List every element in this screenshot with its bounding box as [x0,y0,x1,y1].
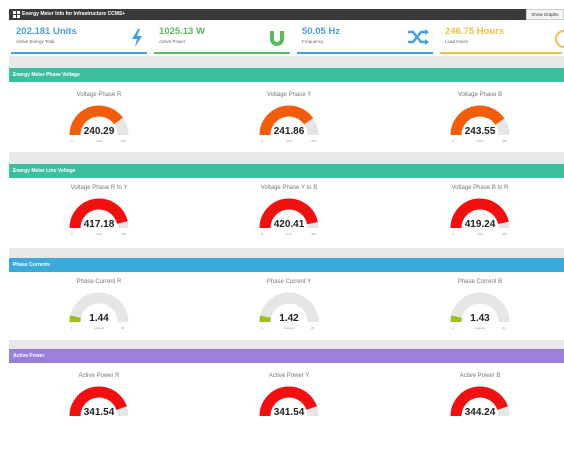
gauge-title: Phase Current Y [266,279,312,285]
section-header-phase-currents: Phase Currents [9,258,564,272]
stat-value: 246.75 Hours [445,26,505,37]
section-header-line-voltage: Energy Meter Line Voltage [9,164,564,178]
gauge-title: Active Power R [78,373,120,379]
stat-value: 50.05 Hz [302,26,341,37]
gauge-unit: Ampere [93,326,105,330]
stat-active-energy: 202.181 Units Active Energy Total [9,21,149,55]
gauge: Active Power R 341.54 [39,373,159,453]
stat-underline [11,52,147,54]
stat-active-power: 1025.13 W Active Power [152,21,292,55]
show-graphs-button[interactable]: Show Graphs [526,9,564,20]
stat-load-hours: 246.75 Hours Load Hours [438,21,564,55]
gauge-max: 450 [502,232,508,236]
gauge-unit: Volts [95,139,103,143]
gauge-max: 450 [121,232,127,236]
section-title: Energy Meter Phase Voltage [13,72,80,78]
magnet-icon [270,31,284,46]
lightning-icon [132,29,142,47]
section-panel: Voltage Phase R 240.29 Volts 0 300 Voltage P… [9,82,564,152]
gauge-unit: Volts [95,232,103,236]
section-title: Phase Currents [13,262,50,268]
gauge-value: 1.43 [470,313,490,324]
shuffle-icon [408,29,429,45]
gauge-max: 20 [121,326,125,330]
stat-value: 1025.13 W [159,26,205,37]
gauge-unit: Ampere [283,326,295,330]
stat-underline [154,52,290,54]
section-title: Energy Meter Line Voltage [13,168,76,174]
gauge-unit: Volts [476,232,484,236]
gauge-value: 341.54 [273,407,305,418]
stats-row: 202.181 Units Active Energy Total 1025.1… [9,21,564,55]
gauge-title: Voltage Phase B [457,92,503,98]
gauge-title: Voltage Phase B to R [451,185,509,191]
gauge-min: 0 [71,232,73,236]
gauge-value: 241.86 [273,126,305,137]
page-title: Energy Meter Info for Infrastructure CCM… [22,11,126,17]
gauge-title: Voltage Phase Y to B [260,185,318,191]
clock-icon [555,30,564,48]
stat-label: Active Energy Total [16,39,55,44]
section-panel: Voltage Phase R to Y 417.18 Volts 0 450 Volt… [9,178,564,248]
gauge-title: Phase Current R [76,279,122,285]
divider [9,248,564,258]
gauge-min: 0 [71,139,73,143]
gauge-value: 1.44 [89,313,109,324]
gauge-unit: Ampere [474,326,486,330]
gauge-max: 300 [121,139,127,143]
section-panel: Phase Current R 1.44 Ampere 0 20 Phase Curre… [9,272,564,342]
divider [9,340,564,349]
gauge-max: 450 [311,232,317,236]
gauge-unit: Volts [476,139,484,143]
stat-value: 202.181 Units [16,26,77,37]
section-panel: Active Power R 341.54 Active Power Y 341.5… [9,363,564,421]
divider [9,152,564,164]
grid-icon [13,11,20,18]
stat-frequency: 50.05 Hz Frequency [295,21,435,55]
gauge-value: 344.24 [464,407,496,418]
gauge-max: 300 [311,139,317,143]
section-header-active-power: Active Power [9,349,564,363]
gauge-title: Active Power B [459,373,501,379]
top-bar: Energy Meter Info for Infrastructure CCM… [9,9,564,20]
gauge-title: Voltage Phase Y [266,92,312,98]
stat-label: Active Power [159,39,186,44]
stat-underline [297,52,433,54]
gauge-value: 243.55 [464,126,496,137]
gauge-min: 0 [452,139,454,143]
gauge-min: 0 [452,326,454,330]
divider [9,56,564,68]
gauge-value: 419.24 [464,219,496,230]
gauge-min: 0 [261,139,263,143]
gauge-value: 417.18 [83,219,115,230]
gauge-unit: Volts [285,232,293,236]
gauge-value: 420.41 [273,219,305,230]
gauge-max: 300 [502,139,508,143]
stat-underline [440,52,562,54]
gauge-value: 240.29 [83,126,115,137]
gauge-value: 341.54 [83,407,115,418]
gauge-value: 1.42 [279,313,299,324]
gauge-title: Phase Current B [457,279,503,285]
gauge-min: 0 [452,232,454,236]
gauge-title: Voltage Phase R to Y [70,185,128,191]
gauge-min: 0 [261,232,263,236]
gauge-min: 0 [71,326,73,330]
stat-label: Load Hours [445,39,469,44]
gauge: Active Power B 344.24 [420,373,540,453]
gauge-title: Active Power Y [268,373,310,379]
gauge-title: Voltage Phase R [76,92,122,98]
section-header-phase-voltage: Energy Meter Phase Voltage [9,68,564,82]
gauge-max: 20 [311,326,315,330]
stat-label: Frequency [302,39,324,44]
gauge-max: 20 [502,326,506,330]
gauge-min: 0 [261,326,263,330]
section-title: Active Power [13,353,45,359]
gauge-unit: Volts [285,139,293,143]
gauge: Active Power Y 341.54 [229,373,349,453]
